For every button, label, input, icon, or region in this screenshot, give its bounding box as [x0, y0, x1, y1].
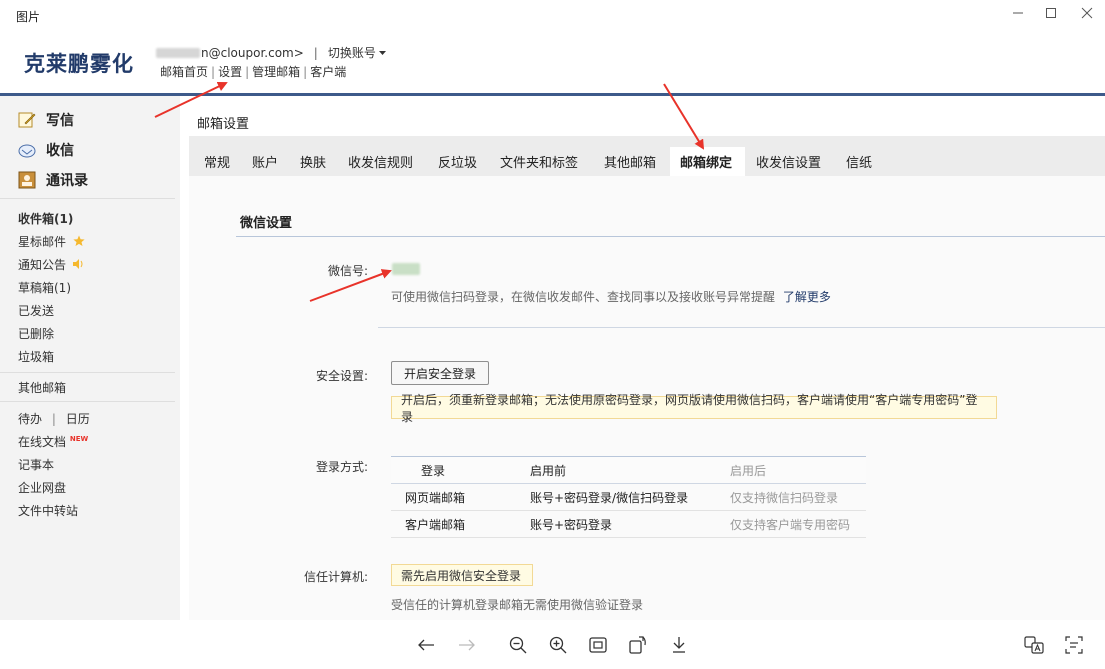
sidebar-todo-calendar: 待办 | 日历	[18, 410, 90, 427]
contacts-button[interactable]: 通讯录	[18, 170, 88, 190]
section-divider	[236, 236, 1105, 237]
tab-antispam[interactable]: 反垃圾	[438, 152, 477, 171]
compose-icon	[18, 111, 36, 129]
manage-mail-link[interactable]: 管理邮箱	[252, 65, 300, 79]
account-email: n@cloupor.com>	[201, 45, 304, 60]
column-header: 启用前	[530, 456, 730, 484]
sidebar-item-starred[interactable]: 星标邮件	[18, 233, 85, 250]
tab-send-receive[interactable]: 收发信设置	[756, 152, 821, 171]
section-divider	[378, 327, 1105, 328]
sidebar-item-notices[interactable]: 通知公告	[18, 256, 84, 273]
redacted-email	[156, 47, 200, 58]
enable-secure-login-button[interactable]: 开启安全登录	[391, 361, 489, 385]
switch-account-link[interactable]: 切换账号	[328, 44, 376, 61]
sidebar-item-deleted[interactable]: 已删除	[18, 325, 54, 342]
security-label: 安全设置:	[315, 369, 368, 383]
trusted-notice: 需先启用微信安全登录	[391, 564, 533, 586]
table-cell: 仅支持微信扫码登录	[730, 483, 866, 511]
learn-more-link[interactable]: 了解更多	[783, 290, 831, 304]
settings-link[interactable]: 设置	[218, 65, 242, 79]
download-icon[interactable]	[668, 634, 690, 656]
minimize-icon[interactable]	[1000, 0, 1036, 26]
separator: |	[211, 65, 216, 79]
forward-arrow-icon[interactable]	[456, 634, 478, 656]
star-icon	[73, 235, 85, 246]
sidebar-divider	[0, 198, 175, 199]
table-cell: 客户端邮箱	[391, 510, 530, 538]
column-header: 登录	[391, 456, 530, 484]
trusted-computer-label: 信任计算机:	[303, 570, 368, 584]
tab-folders-labels[interactable]: 文件夹和标签	[500, 152, 578, 171]
inbox-icon	[18, 141, 36, 159]
text-recognition-icon[interactable]	[1063, 634, 1085, 656]
tab-general[interactable]: 常规	[204, 152, 230, 171]
maximize-icon[interactable]	[1033, 0, 1069, 26]
chevron-down-icon[interactable]	[378, 49, 387, 57]
translate-icon[interactable]	[1023, 634, 1045, 656]
tab-mail-binding[interactable]: 邮箱绑定	[680, 152, 732, 171]
sidebar-item-online-docs[interactable]: 在线文档 NEW	[18, 433, 88, 450]
sidebar-item-netdisk[interactable]: 企业网盘	[18, 479, 66, 496]
header-links: 邮箱首页 | 设置 | 管理邮箱 | 客户端	[160, 63, 346, 80]
sidebar-item-calendar[interactable]: 日历	[66, 412, 90, 426]
close-icon[interactable]	[1069, 0, 1105, 26]
window-title: 图片	[16, 10, 41, 24]
account-line: n@cloupor.com> | 切换账号	[156, 44, 387, 61]
zoom-in-icon[interactable]	[547, 634, 569, 656]
table-cell: 网页端邮箱	[391, 483, 530, 511]
client-link[interactable]: 客户端	[310, 65, 346, 79]
sidebar-divider	[0, 372, 175, 373]
column-header: 启用后	[730, 456, 866, 484]
zoom-out-icon[interactable]	[507, 634, 529, 656]
sidebar-item-todo[interactable]: 待办	[18, 412, 42, 426]
security-notice: 开启后，须重新登录邮箱；无法使用原密码登录，网页版请使用微信扫码，客户端请使用“…	[391, 393, 997, 424]
sidebar-divider	[0, 401, 175, 402]
table-row: 网页端邮箱 账号+密码登录/微信扫码登录 仅支持微信扫码登录	[391, 483, 866, 511]
separator: |	[303, 65, 308, 79]
separator: |	[245, 65, 250, 79]
compose-button[interactable]: 写信	[18, 110, 74, 130]
tab-stationery[interactable]: 信纸	[846, 152, 872, 171]
separator: |	[313, 45, 318, 60]
sidebar-item-spam[interactable]: 垃圾箱	[18, 348, 54, 365]
back-arrow-icon[interactable]	[415, 634, 437, 656]
wechat-hint: 可使用微信扫码登录，在微信收发邮件、查找同事以及接收账号异常提醒 了解更多	[391, 290, 831, 304]
contacts-icon	[18, 171, 36, 189]
login-methods-table: 登录 启用前 启用后 网页端邮箱 账号+密码登录/微信扫码登录 仅支持微信扫码登…	[391, 456, 866, 538]
rotate-icon[interactable]	[627, 634, 649, 656]
tab-mail-rules[interactable]: 收发信规则	[348, 152, 413, 171]
wechat-id-label: 微信号:	[327, 264, 368, 278]
new-badge: NEW	[69, 435, 89, 443]
sidebar-item-inbox[interactable]: 收件箱(1)	[18, 210, 73, 227]
sidebar-item-drafts[interactable]: 草稿箱(1)	[18, 279, 71, 296]
brand-logo: 克莱鹏雾化	[24, 52, 134, 76]
table-header-row: 登录 启用前 启用后	[391, 456, 866, 484]
table-cell: 账号+密码登录/微信扫码登录	[530, 483, 730, 511]
page-title: 邮箱设置	[197, 117, 250, 132]
table-cell: 账号+密码登录	[530, 510, 730, 538]
table-cell: 仅支持客户端专用密码	[730, 510, 866, 538]
sidebar-item-sent[interactable]: 已发送	[18, 302, 54, 319]
tab-account[interactable]: 账户	[252, 152, 278, 171]
inbox-button[interactable]: 收信	[18, 140, 74, 160]
mail-home-link[interactable]: 邮箱首页	[160, 65, 208, 79]
tab-other-mail[interactable]: 其他邮箱	[604, 152, 656, 171]
separator: |	[51, 412, 56, 426]
login-methods-label: 登录方式:	[315, 460, 368, 474]
sidebar-item-notes[interactable]: 记事本	[18, 456, 54, 473]
speaker-icon	[72, 259, 83, 269]
fit-screen-icon[interactable]	[587, 634, 609, 656]
section-title: 微信设置	[240, 216, 293, 231]
sidebar-item-other-mail[interactable]: 其他邮箱	[18, 379, 66, 396]
sidebar-item-file-transfer[interactable]: 文件中转站	[18, 502, 78, 519]
tab-skin[interactable]: 换肤	[300, 152, 326, 171]
redacted-wechat-id	[392, 263, 420, 275]
trusted-hint: 受信任的计算机登录邮箱无需使用微信验证登录	[391, 598, 644, 612]
table-row: 客户端邮箱 账号+密码登录 仅支持客户端专用密码	[391, 510, 866, 538]
